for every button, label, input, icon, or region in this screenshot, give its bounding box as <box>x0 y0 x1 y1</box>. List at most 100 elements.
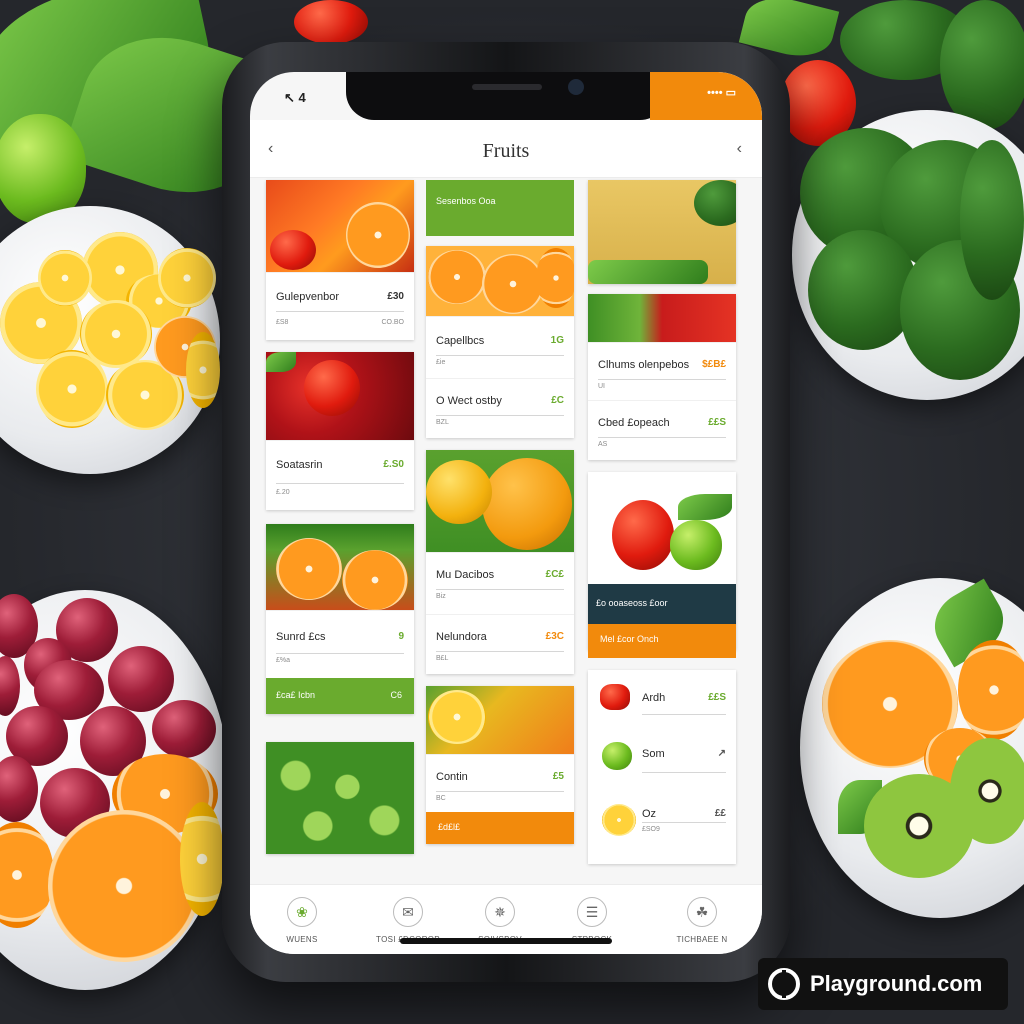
product-row[interactable]: O Wect ostby £C BZL <box>426 378 574 438</box>
product-row[interactable]: Cbed £opeach ££S AS <box>588 400 736 460</box>
nav-item-stock[interactable]: ☰ STPBOCK <box>544 897 640 944</box>
product-sub: £ie <box>436 359 446 366</box>
green-action-bar[interactable]: £ca£ Icbn C6 <box>266 678 414 714</box>
product-price: £30 <box>387 291 404 302</box>
item-price: ↗ <box>717 748 726 759</box>
kiwi-half <box>950 738 1024 844</box>
orange <box>958 640 1024 740</box>
home-indicator[interactable] <box>400 938 612 944</box>
orange-slice <box>346 202 410 268</box>
product-card[interactable]: Mu Dacibos £C£ Biz Nelundora £3C B£L <box>426 450 574 674</box>
nav-item-search[interactable]: ✵ SOIVSBOV <box>452 897 548 944</box>
product-row[interactable]: Capellbcs 1G £ie <box>426 316 574 378</box>
banner-label: Sesenbos Ooa <box>436 196 496 206</box>
item-sub: £SO9 <box>642 826 660 833</box>
list-item[interactable]: Oz ££ £SO9 <box>588 792 736 856</box>
lemon-slice <box>80 300 152 368</box>
tomato <box>270 230 316 270</box>
product-name: Mu Dacibos <box>436 569 495 581</box>
green-beans-photo <box>266 742 414 854</box>
app-screen: ↖ 4 •••• ▭ ‹ Fruits ‹ Gulepvenbor £30 £S… <box>250 72 762 954</box>
broccoli <box>960 140 1024 300</box>
orange-slice <box>536 248 574 308</box>
product-card[interactable]: Contin £5 BC £d£l£ <box>426 686 574 844</box>
playground-logo-icon <box>768 968 800 1000</box>
lime <box>670 520 722 570</box>
product-sub: BC <box>436 795 446 802</box>
product-card[interactable]: Sunrd £cs 9 £%a £ca£ Icbn C6 <box>266 524 414 714</box>
product-sub: UI <box>598 383 605 390</box>
product-card[interactable]: Capellbcs 1G £ie O Wect ostby £C BZL <box>426 246 574 438</box>
speaker <box>472 84 542 90</box>
product-row[interactable]: Contin £5 BC <box>426 754 574 810</box>
product-row[interactable]: Soatasrin £.S0 £.20 <box>266 440 414 510</box>
divider <box>276 653 404 654</box>
red-apple <box>612 500 674 570</box>
status-time: ↖ 4 <box>284 90 306 105</box>
divider <box>642 772 726 773</box>
product-price: 1G <box>550 335 564 346</box>
menu-icon[interactable]: ‹ <box>737 140 742 158</box>
orange-slice <box>482 254 544 314</box>
plant-icon: ☘ <box>687 897 717 927</box>
tomato-orange-photo <box>266 180 414 272</box>
product-name: Soatasrin <box>276 459 323 471</box>
divider <box>436 415 564 416</box>
lemon-slice <box>428 690 486 744</box>
broccoli <box>694 180 736 226</box>
product-card[interactable]: Clhums olenpebos $£B£ UI Cbed £opeach ££… <box>588 294 736 460</box>
plum <box>108 646 174 712</box>
orange-action-bar[interactable]: Mel £cor Onch <box>588 624 736 658</box>
playground-watermark: Playground.com <box>758 958 1008 1010</box>
product-row[interactable]: Clhums olenpebos $£B£ UI <box>588 342 736 400</box>
product-card[interactable] <box>588 180 736 284</box>
bar-label: Mel £cor Onch <box>600 634 659 644</box>
product-card[interactable]: Soatasrin £.S0 £.20 <box>266 352 414 510</box>
plum <box>152 700 216 758</box>
product-row[interactable]: Mu Dacibos £C£ Biz <box>426 552 574 614</box>
product-name: Sunrd £cs <box>276 631 326 643</box>
product-price: £5 <box>552 771 564 782</box>
orange <box>276 538 342 600</box>
product-card[interactable]: Gulepvenbor £30 £S8 CO.BO <box>266 180 414 340</box>
orange <box>426 460 492 524</box>
nav-item-orders[interactable]: ✉ TOSI £DCOROP <box>360 897 456 944</box>
nav-item-home[interactable]: ❀ WUENS <box>254 897 350 944</box>
orange-slice <box>428 250 486 304</box>
peppers-photo <box>588 294 736 342</box>
divider <box>436 589 564 590</box>
item-name: Ardh <box>642 692 666 704</box>
product-name: Clhums olenpebos <box>598 359 690 371</box>
basket-icon: ✉ <box>393 897 423 927</box>
nav-item-profile[interactable]: ☘ TICHBAEE N <box>654 897 750 944</box>
bar-label: £o ooaseoss £oor <box>596 598 668 608</box>
product-row[interactable]: Gulepvenbor £30 £S8 CO.BO <box>266 272 414 340</box>
product-card[interactable] <box>266 742 414 854</box>
featured-card[interactable]: £o ooaseoss £oor Mel £cor Onch <box>588 472 736 658</box>
dark-info-bar[interactable]: £o ooaseoss £oor <box>588 584 736 624</box>
lemon-slice <box>186 332 220 408</box>
product-row[interactable]: Nelundora £3C B£L <box>426 614 574 674</box>
leaf <box>678 494 732 520</box>
product-price: £.S0 <box>383 459 404 470</box>
orange-veg-photo <box>266 524 414 610</box>
lemon-slice <box>158 248 216 308</box>
camera <box>568 79 584 95</box>
list-item[interactable]: Ardh ££S <box>588 670 736 728</box>
nav-label: WUENS <box>286 935 318 944</box>
product-price: £C <box>551 395 564 406</box>
product-name: O Wect ostby <box>436 395 502 407</box>
phone-frame: ↖ 4 •••• ▭ ‹ Fruits ‹ Gulepvenbor £30 £S… <box>222 42 790 982</box>
fruit-icon: ✵ <box>485 897 515 927</box>
divider <box>276 483 404 484</box>
bar-label: £ca£ Icbn <box>276 690 316 700</box>
list-item[interactable]: Som ↗ <box>588 730 736 790</box>
notch <box>346 72 668 120</box>
product-row[interactable]: Sunrd £cs 9 £%a <box>266 610 414 676</box>
product-name: Capellbcs <box>436 335 485 347</box>
orange-action-bar[interactable]: £d£l£ <box>426 812 574 844</box>
divider <box>598 437 726 438</box>
page-title: Fruits <box>482 140 530 162</box>
item-price: ££ <box>714 808 726 819</box>
green-banner[interactable]: Sesenbos Ooa <box>426 180 574 236</box>
